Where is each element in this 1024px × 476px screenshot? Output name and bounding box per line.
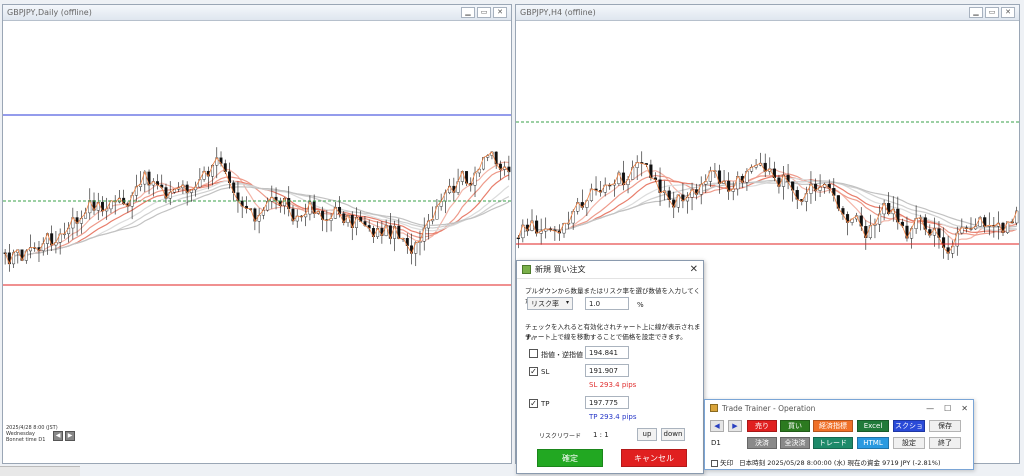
html-button[interactable]: HTML [857,437,889,449]
settle-button[interactable]: 決済 [747,437,777,449]
screenshot-button[interactable]: スクショ [893,420,925,432]
risk-reward-value: 1 : 1 [593,431,609,439]
trade-button[interactable]: トレード [813,437,853,449]
economic-indicator-button[interactable]: 経済指標 [813,420,853,432]
taskbar-strip [0,466,80,476]
limit-label: 指値・逆指値 [541,351,583,359]
save-button[interactable]: 保存 [929,420,961,432]
minimize-button[interactable]: ▁ [461,7,475,18]
risk-reward-label: リスクリワード [539,433,582,440]
settings-button[interactable]: 設定 [893,437,925,449]
exit-button[interactable]: 終了 [929,437,961,449]
settle-all-button[interactable]: 全決済 [780,437,810,449]
app-icon [522,265,531,274]
tp-checkbox[interactable]: ✓ [529,399,538,408]
chart-title: GBPJPY,H4 (offline) [520,8,596,17]
minimize-button[interactable]: ▁ [969,7,983,18]
dialog-titlebar[interactable]: 新規 買い注文 ✕ [517,261,703,279]
next-icon[interactable]: ▶ [65,431,75,441]
tp-pips-text: TP 293.4 pips [589,413,637,421]
mode-select-value: リスク率 [531,300,559,308]
cancel-button[interactable]: キャンセル [621,449,687,467]
dialog-title: 新規 買い注文 [535,265,586,274]
status-text: 日本時刻 2025/05/28 8:00:00 (水) 現在の資金 9719 J… [739,459,941,467]
mode-select[interactable]: リスク率 ▾ [527,297,573,310]
arrow-label: 矢印 [720,459,734,467]
chart-titlebar[interactable]: GBPJPY,Daily (offline) ▁ ▭ ✕ [3,5,511,21]
arrow-checkbox[interactable] [711,459,718,467]
percent-label: % [637,301,644,309]
close-button[interactable]: ✕ [1001,7,1015,18]
down-button[interactable]: down [661,428,685,441]
app-icon [710,404,718,412]
risk-input[interactable]: 1.0 [585,297,629,310]
timeframe-label: D1 [711,439,721,447]
trainer-title: Trade Trainer - Operation [722,403,816,413]
restore-button[interactable]: ▭ [985,7,999,18]
candlestick-chart[interactable] [3,22,511,463]
info-line: Bonnet time D1 [6,437,46,443]
confirm-button[interactable]: 確定 [537,449,603,467]
trade-trainer-window[interactable]: Trade Trainer - Operation — ☐ ✕ ◀ ▶ 売り 買… [704,399,974,470]
new-buy-order-dialog[interactable]: 新規 買い注文 ✕ プルダウンから数量またはリスク率を選び数値を入力してください… [516,260,704,474]
close-icon[interactable]: ✕ [961,404,968,413]
instruction-text: チャート上で線を移動することで価格を設定できます。 [525,333,687,341]
up-button[interactable]: up [637,428,657,441]
sl-pips-text: SL 293.4 pips [589,381,637,389]
tp-price-input[interactable]: 197.775 [585,396,629,409]
sl-price-input[interactable]: 191.907 [585,364,629,377]
chart-info-box: 2025/4/28 8:00 (JST) Wednesday Bonnet ti… [6,425,58,443]
maximize-icon[interactable]: ☐ [944,404,951,413]
restore-button[interactable]: ▭ [477,7,491,18]
chart-titlebar[interactable]: GBPJPY,H4 (offline) ▁ ▭ ✕ [516,5,1019,21]
prev-button[interactable]: ◀ [710,420,724,432]
chevron-down-icon: ▾ [565,299,569,306]
limit-checkbox[interactable] [529,349,538,358]
trainer-titlebar[interactable]: Trade Trainer - Operation — ☐ ✕ [705,400,973,416]
limit-price-input[interactable]: 194.841 [585,346,629,359]
next-button[interactable]: ▶ [728,420,742,432]
close-button[interactable]: ✕ [493,7,507,18]
buy-button[interactable]: 買い [780,420,810,432]
tp-label: TP [541,400,550,408]
sl-checkbox[interactable]: ✓ [529,367,538,376]
excel-button[interactable]: Excel [857,420,889,432]
sell-button[interactable]: 売り [747,420,777,432]
trainer-status-row: 矢印 日本時刻 2025/05/28 8:00:00 (水) 現在の資金 971… [711,457,941,467]
price-chart-daily[interactable]: 2025/4/28 8:00 (JST) Wednesday Bonnet ti… [3,22,511,463]
prev-icon[interactable]: ◀ [53,431,63,441]
minimize-icon[interactable]: — [926,404,934,413]
chart-window-daily[interactable]: GBPJPY,Daily (offline) ▁ ▭ ✕ 2025/4/28 8… [2,4,512,464]
chart-title: GBPJPY,Daily (offline) [7,8,92,17]
close-icon[interactable]: ✕ [690,264,698,275]
sl-label: SL [541,368,550,376]
